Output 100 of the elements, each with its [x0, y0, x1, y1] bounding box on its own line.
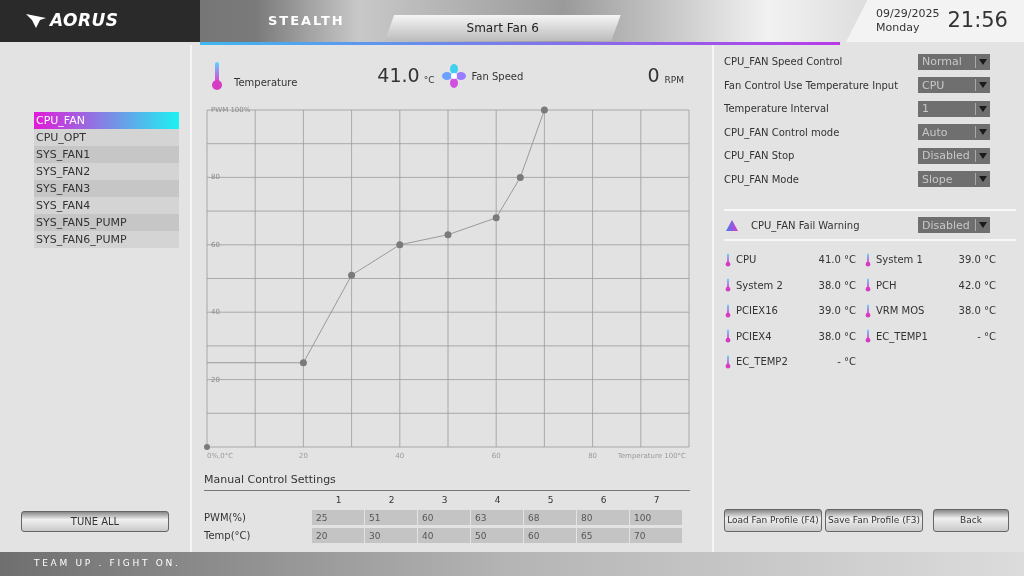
sensor-value: 39.0 °C	[818, 304, 856, 319]
sensor-value: 41.0 °C	[818, 253, 856, 268]
fan-list-item[interactable]: SYS_FAN5_PUMP	[34, 214, 179, 231]
sensor-value: 39.0 °C	[958, 253, 996, 268]
fan-list-item[interactable]: SYS_FAN6_PUMP	[34, 231, 179, 248]
curve-point[interactable]	[540, 106, 548, 114]
caret-icon	[979, 128, 987, 137]
dropdown[interactable]: Slope	[918, 171, 990, 188]
sensor-value: 38.0 °C	[818, 329, 856, 344]
column-header: 3	[440, 493, 449, 507]
setting-label: CPU_FAN Control mode	[724, 125, 840, 140]
value-field[interactable]: 68	[524, 510, 576, 525]
action-button[interactable]: Back	[933, 509, 1009, 532]
fan-speed-unit: RPM	[664, 73, 684, 87]
dropdown[interactable]: Disabled	[918, 147, 990, 164]
footer-slogan: TEAM UP . FIGHT ON.	[34, 557, 181, 571]
value-field[interactable]: 20	[312, 528, 364, 543]
row-label: PWM(%)	[204, 511, 247, 525]
thermometer-icon	[864, 303, 872, 318]
value-field[interactable]: 80	[577, 510, 629, 525]
fan-list-item[interactable]: SYS_FAN2	[34, 163, 179, 180]
fan-list-item[interactable]: CPU_OPT	[34, 129, 179, 146]
temperature-value: 41.0	[377, 63, 420, 89]
fan-list-item[interactable]: SYS_FAN4	[34, 197, 179, 214]
fan-list-item[interactable]: SYS_FAN1	[34, 146, 179, 163]
temperature-unit: °C	[423, 73, 435, 87]
sensor-name: PCIEX16	[736, 304, 778, 319]
value-field[interactable]: 25	[312, 510, 364, 525]
row-label: Temp(°C)	[204, 529, 252, 543]
column-header: 6	[599, 493, 608, 507]
sensor-name: VRM MOS	[876, 304, 925, 319]
model-name: STEALTH	[268, 12, 345, 31]
column-header: 7	[652, 493, 661, 507]
value-field[interactable]: 60	[418, 510, 470, 525]
thermometer-icon	[724, 252, 732, 267]
setting-label: CPU_FAN Fail Warning	[751, 218, 860, 233]
thermometer-icon	[724, 303, 732, 318]
caret-icon	[979, 81, 987, 90]
dropdown[interactable]: Normal	[918, 53, 990, 70]
logo-text: AORUS	[50, 9, 119, 33]
tune-all-button[interactable]: TUNE ALL	[21, 511, 169, 532]
thermometer-icon	[724, 278, 732, 293]
value-field[interactable]: 70	[630, 528, 682, 543]
thermometer-icon	[724, 329, 732, 344]
section-title: Manual Control Settings	[204, 472, 690, 491]
value-field[interactable]: 63	[471, 510, 523, 525]
value-field[interactable]: 65	[577, 528, 629, 543]
value-field[interactable]: 40	[418, 528, 470, 543]
dropdown[interactable]: 1	[918, 100, 990, 117]
caret-icon	[979, 104, 987, 113]
setting-label: Fan Control Use Temperature Input	[724, 78, 899, 93]
curve-point[interactable]	[348, 271, 356, 279]
thermometer-icon	[864, 329, 872, 344]
action-button[interactable]: Load Fan Profile (F4)	[724, 509, 822, 532]
sensor-name: CPU	[736, 253, 757, 268]
dropdown[interactable]: Disabled	[918, 217, 990, 233]
caret-icon	[979, 57, 987, 66]
sensor-value: 38.0 °C	[958, 304, 996, 319]
value-field[interactable]: 60	[524, 528, 576, 543]
setting-label: CPU_FAN Stop	[724, 149, 795, 164]
setting-label: CPU_FAN Mode	[724, 172, 799, 187]
date-text: 09/29/2025	[876, 7, 940, 21]
sensor-name: System 2	[736, 278, 783, 293]
column-header: 1	[334, 493, 343, 507]
clock-time: 21:56	[947, 7, 1008, 35]
sensor-name: EC_TEMP1	[876, 329, 928, 344]
origin-point[interactable]	[204, 444, 210, 450]
value-field[interactable]: 100	[630, 510, 682, 525]
fan-icon	[442, 63, 467, 88]
sensor-value: 42.0 °C	[958, 278, 996, 293]
caret-icon	[979, 221, 987, 229]
thermometer-icon	[864, 278, 872, 293]
warning-icon	[726, 219, 738, 231]
curve-point[interactable]	[492, 214, 500, 222]
caret-icon	[979, 175, 987, 184]
sensor-value: - °C	[977, 329, 996, 344]
setting-label: Temperature Interval	[724, 102, 829, 117]
sensor-value: - °C	[837, 355, 856, 370]
caret-icon	[979, 151, 987, 160]
sensor-value: 38.0 °C	[818, 278, 856, 293]
column-header: 5	[546, 493, 555, 507]
dropdown[interactable]: CPU	[918, 77, 990, 94]
value-field[interactable]: 50	[471, 528, 523, 543]
page-tab[interactable]: Smart Fan 6	[384, 15, 621, 41]
value-field[interactable]: 51	[365, 510, 417, 525]
action-button[interactable]: Save Fan Profile (F3)	[825, 509, 923, 532]
curve-point[interactable]	[516, 173, 524, 181]
sensor-name: PCH	[876, 278, 897, 293]
value-field[interactable]: 30	[365, 528, 417, 543]
curve-point[interactable]	[299, 359, 307, 367]
thermometer-icon	[210, 60, 224, 91]
fan-list-item[interactable]: SYS_FAN3	[34, 180, 179, 197]
curve-point[interactable]	[396, 241, 404, 249]
fan-speed-label: Fan Speed	[471, 70, 524, 84]
dropdown[interactable]: Auto	[918, 124, 990, 141]
temperature-label: Temperature	[234, 76, 298, 90]
curve-point[interactable]	[444, 231, 452, 239]
fan-speed-value: 0	[647, 63, 660, 89]
fan-list-item[interactable]: CPU_FAN	[34, 112, 179, 129]
sensor-name: PCIEX4	[736, 329, 772, 344]
